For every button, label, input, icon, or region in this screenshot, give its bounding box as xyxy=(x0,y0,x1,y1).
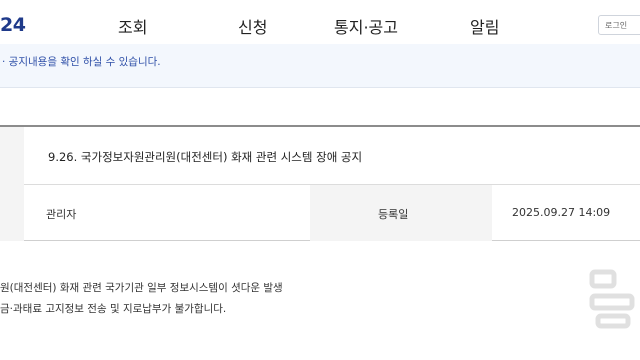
post-title-row: 9.26. 국가정보자원관리원(대전센터) 화재 관련 시스템 장애 공지 xyxy=(0,127,640,185)
post-body-line-2: 금·과태료 고지정보 전송 및 지로납부가 불가합니다. xyxy=(0,303,227,315)
login-button[interactable]: 로그인 xyxy=(598,15,640,35)
registration-date-label: 등록일 xyxy=(378,208,409,221)
nav-item-notice[interactable]: 통지·공고 xyxy=(334,14,398,38)
notice-banner: · 공지내용을 확인 하실 수 있습니다. xyxy=(0,44,640,88)
writer-header-cell xyxy=(0,185,24,241)
registration-date-value: 2025.09.27 14:09 xyxy=(512,206,611,219)
post-body-line-1: 원(대전센터) 화재 관련 국가기관 일부 정보시스템이 셧다운 발생 xyxy=(0,282,283,294)
post-meta-row: 관리자 등록일 2025.09.27 14:09 xyxy=(0,185,640,241)
nav-item-inquiry[interactable]: 조회 xyxy=(118,14,147,38)
post-title: 9.26. 국가정보자원관리원(대전센터) 화재 관련 시스템 장애 공지 xyxy=(48,150,363,164)
notice-banner-text: · 공지내용을 확인 하실 수 있습니다. xyxy=(2,56,161,68)
top-navigation-bar: 24 조회 신청 통지·공고 알림 로그인 xyxy=(0,0,640,48)
post-writer: 관리자 xyxy=(46,208,77,221)
title-header-cell xyxy=(0,127,24,185)
broadcaster-watermark-icon xyxy=(589,269,635,329)
post-detail-table: 9.26. 국가정보자원관리원(대전센터) 화재 관련 시스템 장애 공지 관리… xyxy=(0,125,640,241)
nav-item-alerts[interactable]: 알림 xyxy=(470,14,499,38)
nav-item-application[interactable]: 신청 xyxy=(238,14,267,38)
site-logo[interactable]: 24 xyxy=(0,14,26,36)
